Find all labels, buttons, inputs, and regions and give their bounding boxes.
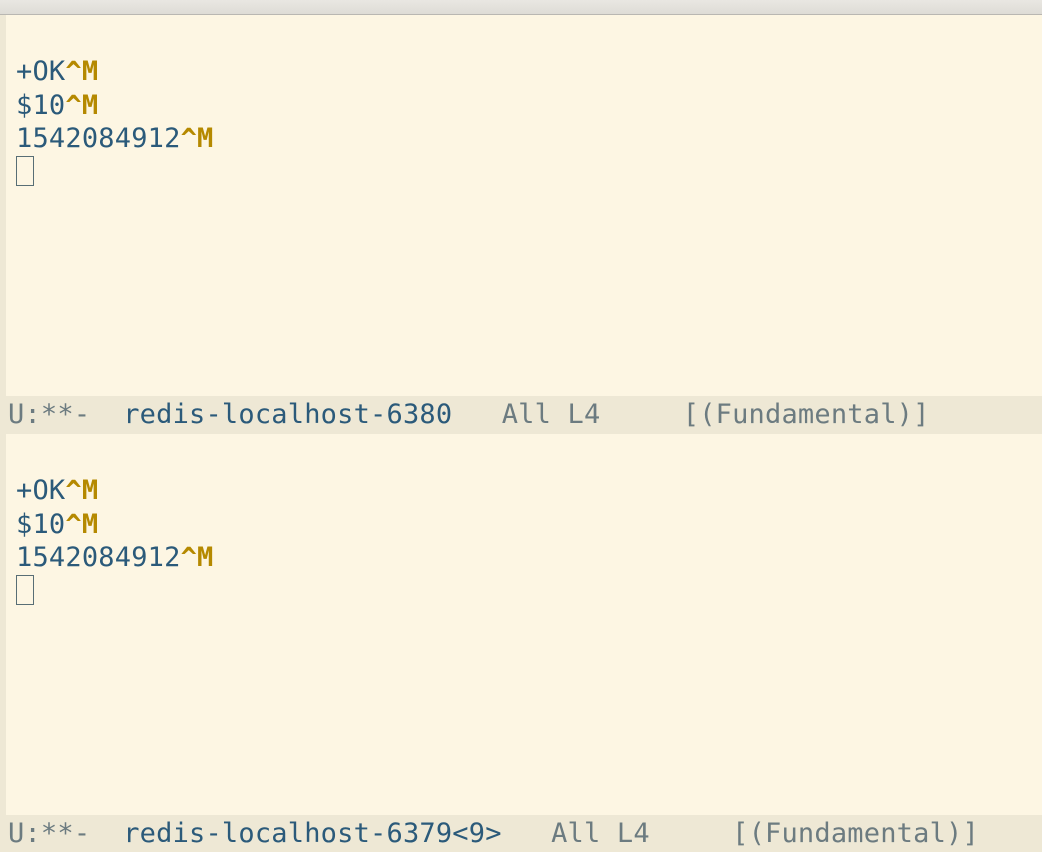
control-char: ^M bbox=[181, 542, 214, 573]
buffer-content: +OK^M $10^M 1542084912^M bbox=[16, 440, 1042, 644]
text-segment: $10 bbox=[16, 509, 65, 540]
control-char: ^M bbox=[65, 90, 98, 121]
control-char: ^M bbox=[65, 56, 98, 87]
control-char: ^M bbox=[181, 123, 214, 154]
modeline-position: All L4 [(Fundamental)] bbox=[502, 817, 979, 851]
control-char: ^M bbox=[65, 509, 98, 540]
control-char: ^M bbox=[65, 475, 98, 506]
text-segment: $10 bbox=[16, 90, 65, 121]
buffer-area[interactable]: +OK^M $10^M 1542084912^M bbox=[0, 15, 1042, 396]
modeline-status: U:**- bbox=[8, 817, 123, 851]
modeline[interactable]: U:**- redis-localhost-6379<9> All L4 [(F… bbox=[0, 815, 1042, 852]
fringe bbox=[0, 15, 6, 396]
modeline-position: All L4 [(Fundamental)] bbox=[452, 398, 929, 432]
text-segment: 1542084912 bbox=[16, 123, 181, 154]
text-segment: +OK bbox=[16, 475, 65, 506]
text-segment: +OK bbox=[16, 56, 65, 87]
editor-pane: +OK^M $10^M 1542084912^M U:**- redis-loc… bbox=[0, 15, 1042, 434]
modeline-status: U:**- bbox=[8, 398, 123, 432]
cursor bbox=[16, 575, 34, 605]
fringe bbox=[0, 434, 6, 815]
buffer-area[interactable]: +OK^M $10^M 1542084912^M bbox=[0, 434, 1042, 815]
editor-split: +OK^M $10^M 1542084912^M U:**- redis-loc… bbox=[0, 15, 1042, 852]
editor-pane: +OK^M $10^M 1542084912^M U:**- redis-loc… bbox=[0, 434, 1042, 852]
text-segment: 1542084912 bbox=[16, 542, 181, 573]
window-titlebar bbox=[0, 0, 1042, 15]
modeline-buffer-name: redis-localhost-6380 bbox=[123, 398, 452, 432]
modeline[interactable]: U:**- redis-localhost-6380 All L4 [(Fund… bbox=[0, 396, 1042, 434]
buffer-content: +OK^M $10^M 1542084912^M bbox=[16, 21, 1042, 225]
cursor bbox=[16, 156, 34, 186]
modeline-buffer-name: redis-localhost-6379<9> bbox=[123, 817, 501, 851]
